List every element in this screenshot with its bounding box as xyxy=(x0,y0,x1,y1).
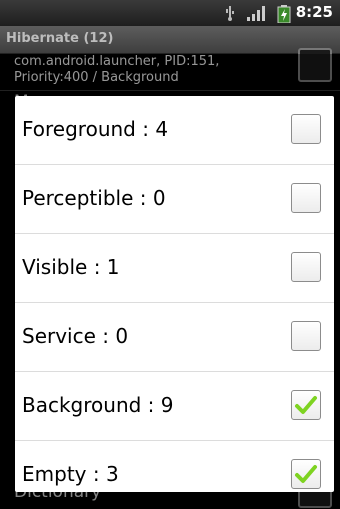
app-title: Hibernate (12) xyxy=(6,31,114,46)
perceptible-checkbox[interactable] xyxy=(291,183,321,213)
background-checkbox[interactable] xyxy=(291,390,321,420)
battery-charging-icon xyxy=(277,5,291,23)
option-perceptible[interactable]: Perceptible : 0 xyxy=(15,165,334,234)
checkmark-icon xyxy=(295,396,317,414)
option-label: Background : 9 xyxy=(22,393,174,417)
visible-checkbox[interactable] xyxy=(291,252,321,282)
app-title-bar: Hibernate (12) xyxy=(0,26,340,54)
usb-icon xyxy=(226,6,234,21)
option-label: Visible : 1 xyxy=(22,255,120,279)
service-checkbox[interactable] xyxy=(291,321,321,351)
option-background[interactable]: Background : 9 xyxy=(15,372,334,441)
option-visible[interactable]: Visible : 1 xyxy=(15,234,334,303)
option-label: Service : 0 xyxy=(22,324,129,348)
option-foreground[interactable]: Foreground : 4 xyxy=(15,96,334,165)
option-service[interactable]: Service : 0 xyxy=(15,303,334,372)
signal-icon xyxy=(247,6,265,21)
foreground-checkbox[interactable] xyxy=(291,114,321,144)
option-empty[interactable]: Empty : 3 xyxy=(15,441,334,492)
option-label: Foreground : 4 xyxy=(22,117,169,141)
filter-dialog: Foreground : 4 Perceptible : 0 Visible :… xyxy=(15,96,334,492)
option-label: Empty : 3 xyxy=(22,462,119,486)
status-bar: 8:25 xyxy=(0,0,340,26)
empty-checkbox[interactable] xyxy=(291,459,321,489)
checkmark-icon xyxy=(295,465,317,483)
option-label: Perceptible : 0 xyxy=(22,186,166,210)
status-time: 8:25 xyxy=(295,3,333,21)
